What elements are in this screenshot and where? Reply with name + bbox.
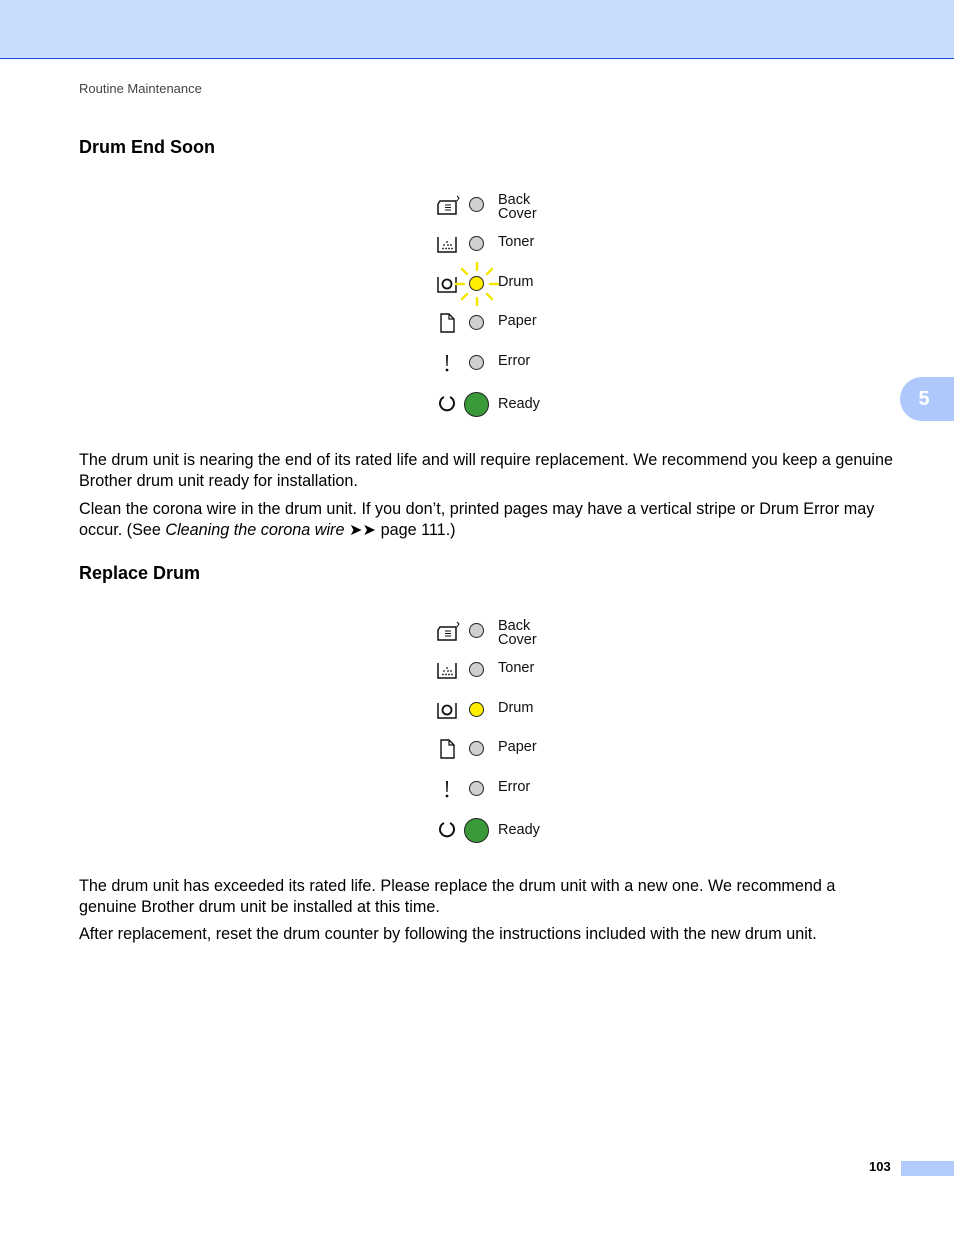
paragraph-replace-drum: The drum unit has exceeded its rated lif… bbox=[79, 877, 836, 916]
led-error bbox=[469, 355, 484, 370]
led-label-ready: Ready bbox=[498, 396, 540, 412]
led-row-drum: Drum bbox=[430, 261, 590, 307]
header-band bbox=[0, 0, 954, 59]
led-label-error: Error bbox=[498, 353, 531, 369]
paper-icon bbox=[440, 739, 455, 759]
led-toner bbox=[469, 236, 484, 251]
led-label-drum: Drum bbox=[498, 700, 534, 716]
toner-icon bbox=[437, 237, 457, 253]
led-label-back-cover: Back Cover bbox=[498, 192, 537, 222]
paragraph-reset-counter: After replacement, reset the drum counte… bbox=[79, 925, 817, 943]
led-row-error: Error bbox=[430, 348, 590, 378]
led-label-toner: Toner bbox=[498, 660, 535, 676]
led-row-back-cover: Back Cover bbox=[430, 616, 590, 648]
section-title-replace-drum: Replace Drum bbox=[79, 563, 201, 583]
led-row-paper: Paper bbox=[430, 308, 590, 338]
led-ready bbox=[464, 392, 489, 417]
led-label-ready: Ready bbox=[498, 822, 540, 838]
back-cover-icon bbox=[437, 621, 460, 641]
double-arrow-icon: ➤➤ bbox=[344, 520, 381, 539]
led-error bbox=[469, 781, 484, 796]
chapter-number: 5 bbox=[918, 387, 930, 410]
led-row-ready: Ready bbox=[430, 389, 590, 419]
led-label-paper: Paper bbox=[498, 313, 537, 329]
led-paper bbox=[469, 315, 484, 330]
led-row-paper: Paper bbox=[430, 734, 590, 764]
error-icon bbox=[445, 781, 449, 798]
drum-icon bbox=[437, 703, 457, 719]
paper-icon bbox=[440, 313, 455, 333]
led-label-drum: Drum bbox=[498, 274, 534, 290]
led-label-back-cover: Back Cover bbox=[498, 618, 537, 648]
running-head: Routine Maintenance bbox=[79, 81, 202, 96]
led-paper bbox=[469, 741, 484, 756]
led-row-ready: Ready bbox=[430, 815, 590, 845]
paragraph-drum-end-soon: The drum unit is nearing the end of its … bbox=[79, 451, 894, 490]
led-ready bbox=[464, 818, 489, 843]
ready-icon bbox=[439, 822, 455, 838]
led-label-paper: Paper bbox=[498, 739, 537, 755]
led-row-toner: Toner bbox=[430, 655, 590, 685]
error-icon bbox=[445, 355, 449, 372]
led-label-toner: Toner bbox=[498, 234, 535, 250]
cross-reference-link[interactable]: Cleaning the corona wire bbox=[165, 521, 344, 539]
ready-icon bbox=[439, 396, 455, 412]
led-toner bbox=[469, 662, 484, 677]
led-row-back-cover: Back Cover bbox=[430, 190, 590, 222]
led-back-cover bbox=[469, 197, 484, 212]
toner-icon bbox=[437, 663, 457, 679]
page-number: 103 bbox=[869, 1159, 891, 1174]
led-row-toner: Toner bbox=[430, 229, 590, 259]
led-label-error: Error bbox=[498, 779, 531, 795]
led-back-cover bbox=[469, 623, 484, 638]
chapter-tab[interactable]: 5 bbox=[900, 377, 954, 421]
paragraph-corona-note: Clean the corona wire in the drum unit. … bbox=[79, 500, 875, 539]
led-drum-blinking bbox=[469, 276, 484, 291]
page-number-bar bbox=[901, 1161, 954, 1176]
led-row-error: Error bbox=[430, 774, 590, 804]
back-cover-icon bbox=[437, 195, 460, 215]
led-drum-on bbox=[469, 702, 484, 717]
led-row-drum: Drum bbox=[430, 695, 590, 725]
section-title-drum-end-soon: Drum End Soon bbox=[79, 137, 215, 157]
